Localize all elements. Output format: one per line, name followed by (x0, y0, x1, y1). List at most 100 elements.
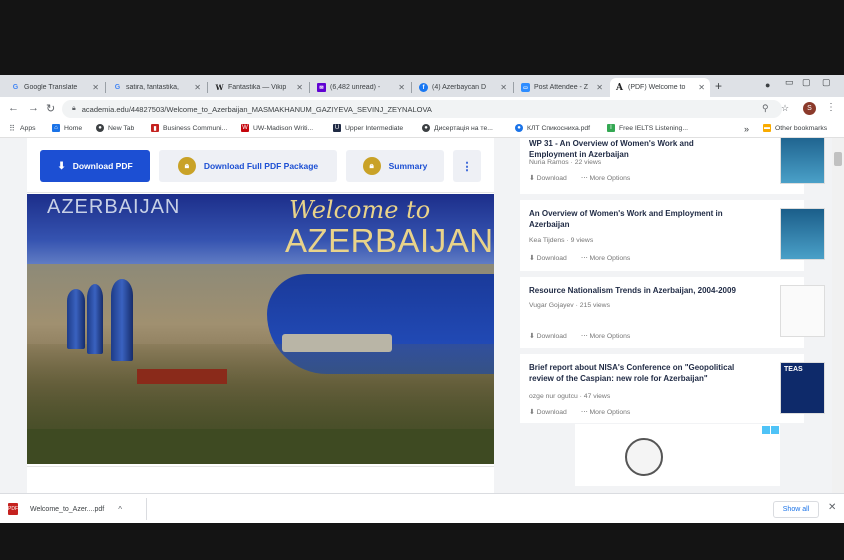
paper-author[interactable]: Kea Tijdens (529, 237, 565, 244)
address-bar[interactable]: 🔒︎ academia.edu/44827503/Welcome_to_Azer… (62, 100, 782, 118)
lock-icon: 🔒︎ (72, 105, 76, 112)
close-icon[interactable]: ✕ (92, 83, 99, 92)
paper-thumbnail[interactable]: TEAS (780, 362, 825, 414)
more-options-link[interactable]: ⋯ More Options (581, 332, 631, 340)
close-shelf-icon[interactable]: ✕ (828, 502, 836, 513)
forward-arrow-icon[interactable]: → (28, 102, 39, 114)
flame-tower (87, 284, 103, 354)
bookmark-dissertation[interactable]: ● Дисертація на те... (422, 124, 493, 132)
bookmark-home[interactable]: ⌂ Home (52, 124, 82, 132)
paper-title[interactable]: An Overview of Women's Work and Employme… (529, 208, 739, 230)
yahoo-mail-icon: ✉ (317, 83, 326, 92)
show-all-button[interactable]: Show all (773, 501, 819, 518)
close-icon[interactable]: ✕ (596, 83, 603, 92)
tab-google-translate[interactable]: G Google Translate ✕ (6, 78, 104, 97)
download-action-bar: ⬇ Download PDF 🔒︎ Download Full PDF Pack… (27, 138, 494, 193)
minimize-button[interactable]: ▭ (785, 77, 794, 88)
bottom-letterbox (0, 523, 844, 560)
bookmark-other[interactable]: ▬ Other bookmarks (763, 124, 827, 132)
globe-icon: ● (96, 124, 104, 132)
tab-facebook[interactable]: f (4) Azerbaycan D ✕ (414, 78, 512, 97)
cover-welcome-text: Welcome to (289, 196, 431, 224)
advertisement[interactable] (575, 424, 780, 486)
document-page-bottom (27, 466, 494, 493)
ad-close-icon[interactable] (771, 426, 779, 434)
cover-title-left: AZERBAIJAN (47, 196, 181, 218)
page-scrollbar[interactable] (832, 138, 844, 493)
bookmark-uw-madison[interactable]: W UW-Madison Writi... (241, 124, 313, 132)
reload-icon[interactable]: ↻ (46, 102, 55, 115)
paper-title[interactable]: Resource Nationalism Trends in Azerbaija… (529, 285, 739, 296)
bookmarks-bar: ⠿ Apps ⌂ Home ● New Tab ▮ Business Communi..… (0, 121, 844, 138)
close-icon[interactable]: ✕ (194, 83, 201, 92)
paper-author[interactable]: Vugar Gojayev (529, 302, 574, 309)
tab-satira[interactable]: G satira, fantastika, ✕ (108, 78, 206, 97)
close-icon[interactable]: ✕ (398, 83, 405, 92)
download-pdf-button[interactable]: ⬇ Download PDF (40, 150, 150, 182)
downloaded-file-item[interactable]: PDF Welcome_to_Azer....pdf ^ (8, 500, 122, 518)
paper-title[interactable]: Brief report about NISA's Conference on … (529, 362, 739, 384)
more-actions-button[interactable]: ⋮ (453, 150, 481, 182)
more-options-link[interactable]: ⋯ More Options (581, 174, 631, 182)
bookmark-apps[interactable]: ⠿ Apps (8, 123, 35, 133)
browser-menu-icon[interactable]: ⋮ (826, 102, 836, 113)
paper-author[interactable]: Nuria Ramos (529, 159, 569, 166)
bookmark-business[interactable]: ▮ Business Communi... (151, 124, 227, 132)
address-toolbar: ← → ↻ 🔒︎ academia.edu/44827503/Welcome_t… (0, 97, 844, 121)
lock-icon: 🔒︎ (177, 157, 196, 175)
pdf-file-icon: PDF (8, 503, 18, 515)
bookmark-new-tab[interactable]: ● New Tab (96, 124, 134, 132)
folder-icon: ▬ (763, 124, 771, 132)
related-paper-card[interactable]: Resource Nationalism Trends in Azerbaija… (520, 277, 825, 348)
tab-academia-active[interactable]: A (PDF) Welcome to ✕ (610, 78, 710, 97)
download-link[interactable]: ⬇ Download (529, 332, 567, 340)
related-paper-card[interactable]: An Overview of Women's Work and Employme… (520, 200, 825, 271)
paper-thumbnail[interactable] (780, 138, 825, 184)
chevron-up-icon[interactable]: ^ (118, 505, 122, 514)
summary-button[interactable]: 🔒︎ Summary (346, 150, 444, 182)
new-tab-button[interactable]: + (715, 79, 722, 93)
paper-views: 22 views (574, 159, 602, 166)
tab-search-icon[interactable]: ● (765, 80, 770, 90)
zoom-lens-icon[interactable]: ⚲ (762, 103, 769, 114)
left-gutter (0, 138, 27, 493)
bookmark-klt-pdf[interactable]: ● КЛТ Спикосниха.pdf (515, 124, 590, 132)
paper-thumbnail[interactable] (780, 285, 825, 337)
globe-icon: ● (422, 124, 430, 132)
download-full-package-button[interactable]: 🔒︎ Download Full PDF Package (159, 150, 337, 182)
download-link[interactable]: ⬇ Download (529, 254, 567, 262)
flame-tower (67, 289, 85, 349)
close-icon[interactable]: ✕ (500, 83, 507, 92)
paper-title[interactable]: WP 31 - An Overview of Women's Work and … (529, 138, 739, 160)
paper-thumbnail[interactable] (780, 208, 825, 260)
maximize-button[interactable]: ▢ (802, 77, 811, 88)
bookmarks-overflow-icon[interactable]: » (744, 124, 749, 134)
related-paper-card[interactable]: Brief report about NISA's Conference on … (520, 354, 825, 423)
related-paper-card[interactable]: WP 31 - An Overview of Women's Work and … (520, 138, 825, 194)
bookmark-upper-intermediate[interactable]: U Upper Intermediate (333, 124, 403, 132)
home-icon: ⌂ (52, 124, 60, 132)
download-link[interactable]: ⬇ Download (529, 174, 567, 182)
ad-choices-icon[interactable] (762, 426, 770, 434)
scrollbar-thumb[interactable] (834, 152, 842, 166)
tab-zoom[interactable]: ▭ Post Attendee - Z ✕ (516, 78, 608, 97)
download-link[interactable]: ⬇ Download (529, 408, 567, 416)
bookmark-ielts[interactable]: I Free IELTS Listening... (607, 124, 688, 132)
uw-icon: W (241, 124, 249, 132)
window-close-button[interactable]: ▢ (822, 77, 831, 88)
close-icon[interactable]: ✕ (698, 83, 705, 92)
more-options-link[interactable]: ⋯ More Options (581, 254, 631, 262)
star-icon[interactable]: ☆ (781, 103, 789, 114)
downloaded-file-name: Welcome_to_Azer....pdf (30, 505, 105, 513)
profile-avatar[interactable]: S (803, 102, 816, 115)
paper-views: 215 views (579, 302, 610, 309)
close-icon[interactable]: ✕ (296, 83, 303, 92)
more-options-link[interactable]: ⋯ More Options (581, 408, 631, 416)
tab-yahoo-mail[interactable]: ✉ (6,482 unread) - ✕ (312, 78, 410, 97)
lock-icon: 🔒︎ (362, 157, 381, 175)
back-arrow-icon[interactable]: ← (8, 102, 19, 114)
tab-wikipedia[interactable]: W Fantastika — Vikip ✕ (210, 78, 308, 97)
paper-author[interactable]: ozge nur ogutcu (529, 393, 578, 400)
page-content: ⬇ Download PDF 🔒︎ Download Full PDF Pack… (0, 138, 844, 493)
apps-icon: ⠿ (9, 123, 15, 133)
